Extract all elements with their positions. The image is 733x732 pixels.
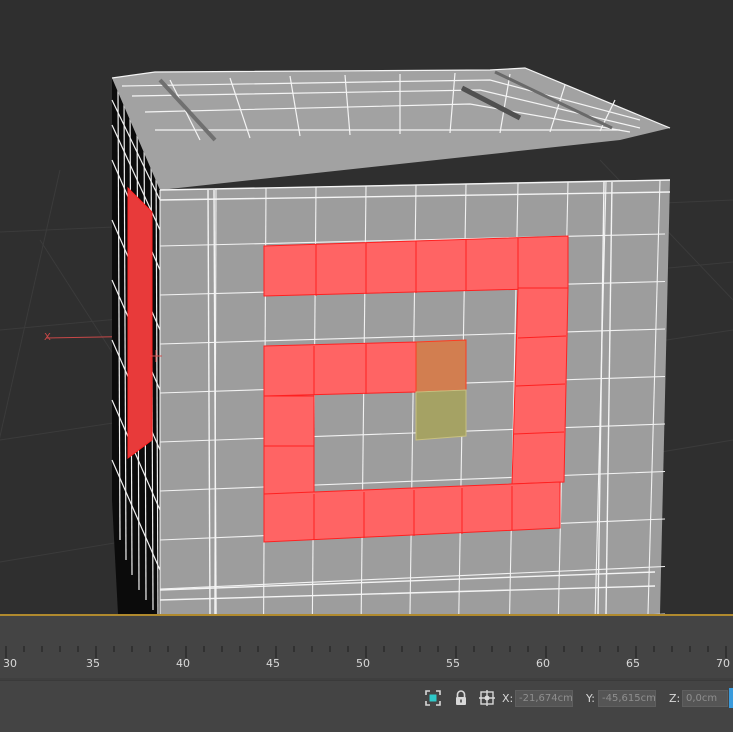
timeline-tick-label: 50 [356,657,370,670]
y-coord-label: Y: [586,692,595,705]
highlighted-polygon-yellow[interactable] [415,389,467,441]
viewport-canvas[interactable]: X [0,0,733,614]
axis-x-label: X [44,332,51,343]
timeline-ruler[interactable]: 30 35 40 45 50 55 60 65 70 [0,616,733,680]
timeline-tick-label: 55 [446,657,460,670]
x-coord-field[interactable]: -21,674cm [515,690,573,707]
cube-object[interactable] [111,67,671,614]
timeline-tick-label: 40 [176,657,190,670]
z-coord-label: Z: [669,692,681,705]
selection-filter-icon[interactable] [424,689,442,707]
highlighted-polygon-orange[interactable] [415,339,467,393]
timeline-canvas[interactable]: 30 35 40 45 50 55 60 65 70 [0,616,733,680]
timeline-tick-label: 35 [86,657,100,670]
transform-mode-icon[interactable] [478,689,496,707]
cube-top-face[interactable] [112,68,670,190]
perspective-viewport[interactable]: X [0,0,733,614]
timeline-tick-label: 65 [626,657,640,670]
x-coord-label: X: [502,692,514,705]
z-coord-field[interactable]: 0,0cm [682,690,728,707]
timeline-tick-label: 70 [716,657,730,670]
lock-icon[interactable] [452,689,470,707]
side-face-selection[interactable] [127,186,153,459]
timeline-tick-label: 45 [266,657,280,670]
timeline-tick-labels: 30 35 40 45 50 55 60 65 70 [3,657,730,670]
timeline-tick-label: 30 [3,657,17,670]
y-coord-field[interactable]: -45,615cm [598,690,656,707]
timeline-tick-label: 60 [536,657,550,670]
panel-edge-tab[interactable] [729,688,733,708]
